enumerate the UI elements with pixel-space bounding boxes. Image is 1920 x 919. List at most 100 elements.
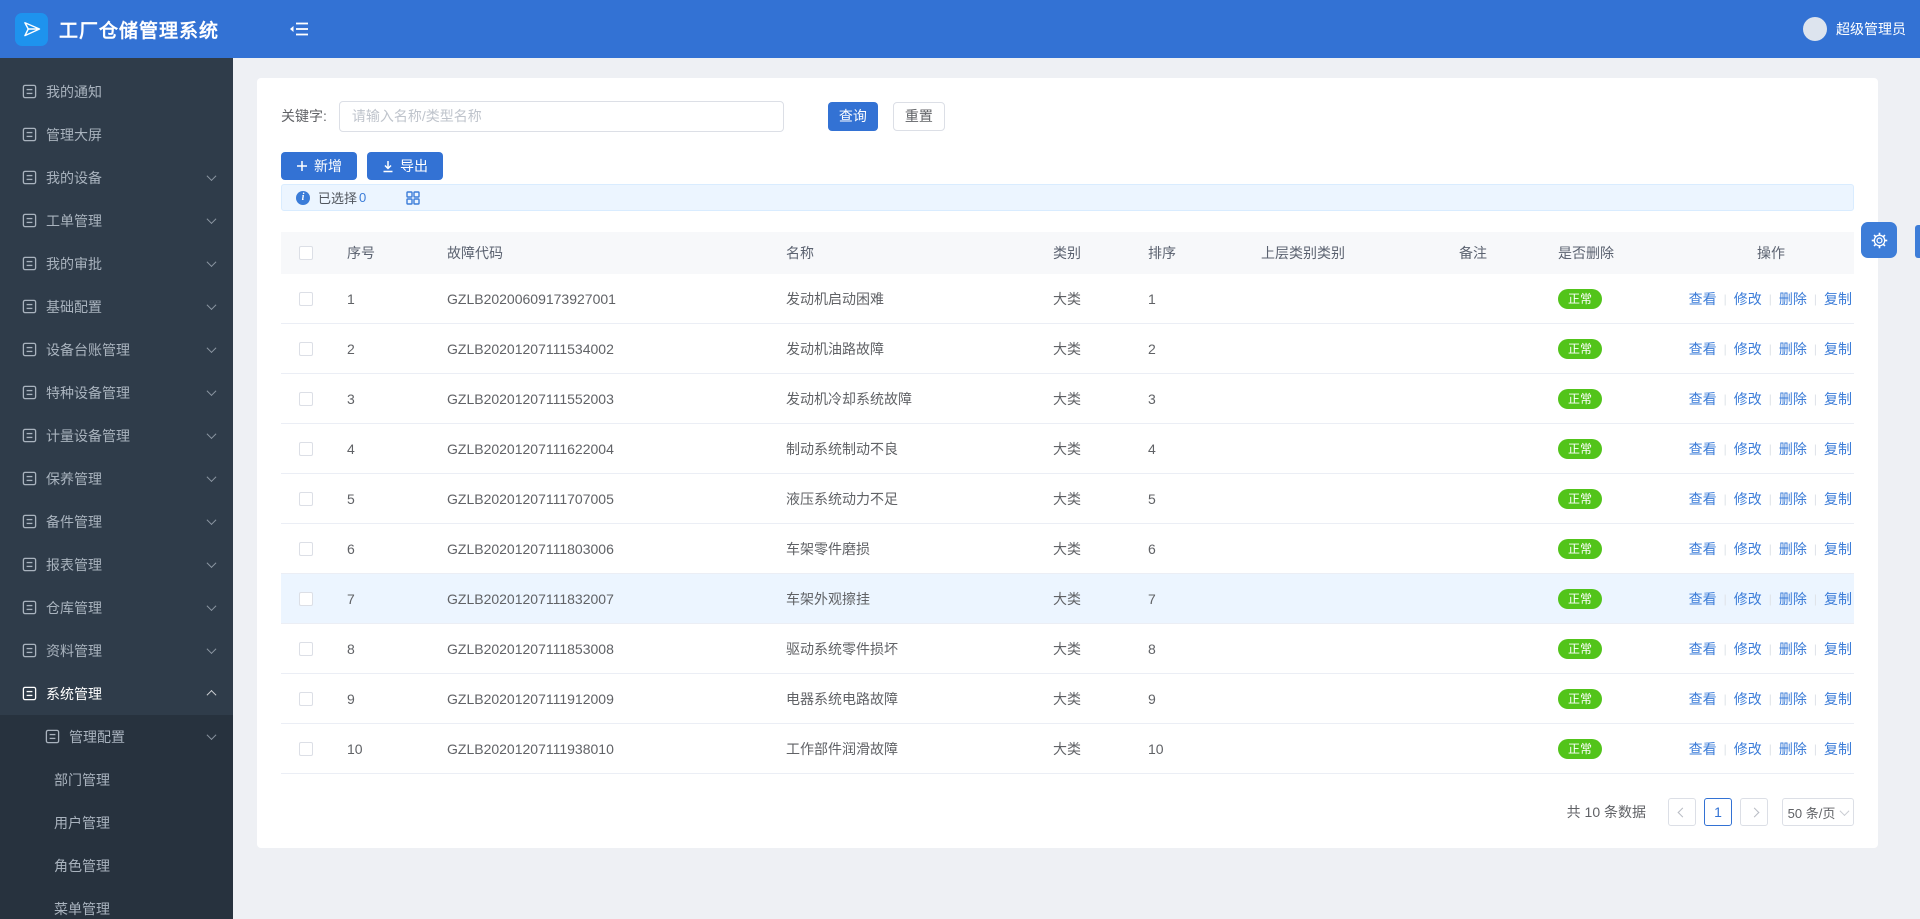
cell-no: 10	[347, 740, 363, 757]
action-link-修改[interactable]: 修改	[1734, 689, 1762, 709]
table-row[interactable]: 3 GZLB20201207111552003 发动机冷却系统故障 大类 3 正常 查看 | 修…	[281, 374, 1854, 424]
row-checkbox[interactable]	[299, 591, 313, 606]
sidebar-fold-button[interactable]	[289, 20, 309, 38]
action-divider: |	[1723, 341, 1727, 356]
action-link-修改[interactable]: 修改	[1734, 339, 1762, 359]
action-link-修改[interactable]: 修改	[1734, 639, 1762, 659]
action-link-复制[interactable]: 复制	[1824, 389, 1852, 409]
action-link-查看[interactable]: 查看	[1689, 639, 1717, 659]
action-link-查看[interactable]: 查看	[1689, 439, 1717, 459]
action-link-删除[interactable]: 删除	[1779, 339, 1807, 359]
action-link-复制[interactable]: 复制	[1824, 739, 1852, 759]
action-link-修改[interactable]: 修改	[1734, 589, 1762, 609]
action-link-修改[interactable]: 修改	[1734, 739, 1762, 759]
table-row[interactable]: 4 GZLB20201207111622004 制动系统制动不良 大类 4 正常 查看 | 修改…	[281, 424, 1854, 474]
sidebar-item-仓库管理[interactable]: 仓库管理	[0, 586, 233, 629]
select-all-checkbox[interactable]	[299, 246, 313, 260]
action-link-删除[interactable]: 删除	[1779, 539, 1807, 559]
row-checkbox[interactable]	[299, 691, 313, 706]
action-link-查看[interactable]: 查看	[1689, 289, 1717, 309]
action-link-复制[interactable]: 复制	[1824, 489, 1852, 509]
settings-drawer-edge[interactable]	[1915, 225, 1920, 258]
sidebar-item-label: 系统管理	[46, 685, 102, 702]
row-checkbox[interactable]	[299, 391, 313, 406]
sidebar-item-报表管理[interactable]: 报表管理	[0, 543, 233, 586]
cell-no: 8	[347, 640, 355, 657]
page-number-button[interactable]: 1	[1704, 798, 1732, 826]
row-checkbox[interactable]	[299, 641, 313, 656]
action-link-复制[interactable]: 复制	[1824, 539, 1852, 559]
action-link-查看[interactable]: 查看	[1689, 489, 1717, 509]
keyword-input[interactable]	[338, 100, 784, 132]
action-link-删除[interactable]: 删除	[1779, 589, 1807, 609]
action-link-删除[interactable]: 删除	[1779, 439, 1807, 459]
row-checkbox[interactable]	[299, 291, 313, 306]
table-row[interactable]: 1 GZLB20200609173927001 发动机启动困难 大类 1 正常 查看 | 修改 |…	[281, 274, 1854, 324]
row-checkbox[interactable]	[299, 541, 313, 556]
sidebar-item-资料管理[interactable]: 资料管理	[0, 629, 233, 672]
add-button[interactable]: 新增	[281, 152, 357, 180]
sidebar-item-我的审批[interactable]: 我的审批	[0, 242, 233, 285]
action-link-查看[interactable]: 查看	[1689, 689, 1717, 709]
sidebar-item-我的通知[interactable]: 我的通知	[0, 70, 233, 113]
sidebar-item-设备台账管理[interactable]: 设备台账管理	[0, 328, 233, 371]
action-link-复制[interactable]: 复制	[1824, 639, 1852, 659]
table-row[interactable]: 2 GZLB20201207111534002 发动机油路故障 大类 2 正常 查看 | 修改 |…	[281, 324, 1854, 374]
action-link-复制[interactable]: 复制	[1824, 439, 1852, 459]
table-row[interactable]: 6 GZLB20201207111803006 车架零件磨损 大类 6 正常 查看 | 修改 | 删…	[281, 524, 1854, 574]
row-checkbox[interactable]	[299, 491, 313, 506]
sidebar-subitem-角色管理[interactable]: 角色管理	[0, 844, 233, 887]
action-link-修改[interactable]: 修改	[1734, 389, 1762, 409]
sidebar-subitem-管理配置[interactable]: 管理配置	[0, 715, 233, 758]
action-link-删除[interactable]: 删除	[1779, 739, 1807, 759]
next-page-button[interactable]	[1740, 798, 1768, 826]
row-checkbox[interactable]	[299, 441, 313, 456]
action-link-查看[interactable]: 查看	[1689, 539, 1717, 559]
action-link-修改[interactable]: 修改	[1734, 439, 1762, 459]
action-link-修改[interactable]: 修改	[1734, 289, 1762, 309]
sidebar-item-工单管理[interactable]: 工单管理	[0, 199, 233, 242]
action-link-复制[interactable]: 复制	[1824, 339, 1852, 359]
action-link-查看[interactable]: 查看	[1689, 389, 1717, 409]
sidebar-item-我的设备[interactable]: 我的设备	[0, 156, 233, 199]
sidebar-item-系统管理[interactable]: 系统管理	[0, 672, 233, 715]
table-row[interactable]: 10 GZLB20201207111938010 工作部件润滑故障 大类 10 正常 查看 |…	[281, 724, 1854, 774]
action-link-删除[interactable]: 删除	[1779, 289, 1807, 309]
action-link-复制[interactable]: 复制	[1824, 689, 1852, 709]
sidebar-item-保养管理[interactable]: 保养管理	[0, 457, 233, 500]
table-row[interactable]: 9 GZLB20201207111912009 电器系统电路故障 大类 9 正常 查看 | 修改…	[281, 674, 1854, 724]
table-row[interactable]: 8 GZLB20201207111853008 驱动系统零件损坏 大类 8 正常 查看 | 修改…	[281, 624, 1854, 674]
action-link-修改[interactable]: 修改	[1734, 539, 1762, 559]
row-checkbox[interactable]	[299, 341, 313, 356]
reset-button[interactable]: 重置	[892, 101, 945, 131]
export-button[interactable]: 导出	[367, 152, 443, 180]
action-link-删除[interactable]: 删除	[1779, 389, 1807, 409]
query-button[interactable]: 查询	[827, 101, 878, 131]
settings-button[interactable]	[1861, 222, 1897, 258]
table-row[interactable]: 7 GZLB20201207111832007 车架外观擦挂 大类 7 正常 查看 | 修改 | 删…	[281, 574, 1854, 624]
action-link-删除[interactable]: 删除	[1779, 689, 1807, 709]
column-settings-icon[interactable]	[406, 190, 420, 205]
sidebar-item-特种设备管理[interactable]: 特种设备管理	[0, 371, 233, 414]
sidebar-item-基础配置[interactable]: 基础配置	[0, 285, 233, 328]
action-link-查看[interactable]: 查看	[1689, 339, 1717, 359]
user-avatar[interactable]	[1803, 17, 1827, 41]
sidebar-subitem-菜单管理[interactable]: 菜单管理	[0, 887, 233, 919]
sidebar-subitem-部门管理[interactable]: 部门管理	[0, 758, 233, 801]
table-row[interactable]: 5 GZLB20201207111707005 液压系统动力不足 大类 5 正常 查看 | 修改…	[281, 474, 1854, 524]
user-name[interactable]: 超级管理员	[1836, 19, 1906, 39]
action-link-删除[interactable]: 删除	[1779, 489, 1807, 509]
sidebar-item-计量设备管理[interactable]: 计量设备管理	[0, 414, 233, 457]
action-link-删除[interactable]: 删除	[1779, 639, 1807, 659]
action-link-复制[interactable]: 复制	[1824, 589, 1852, 609]
page-size-select[interactable]: 50 条/页	[1782, 798, 1854, 826]
action-link-复制[interactable]: 复制	[1824, 289, 1852, 309]
action-link-查看[interactable]: 查看	[1689, 739, 1717, 759]
row-checkbox[interactable]	[299, 741, 313, 756]
sidebar-item-备件管理[interactable]: 备件管理	[0, 500, 233, 543]
action-link-查看[interactable]: 查看	[1689, 589, 1717, 609]
action-link-修改[interactable]: 修改	[1734, 489, 1762, 509]
prev-page-button[interactable]	[1668, 798, 1696, 826]
sidebar-subitem-用户管理[interactable]: 用户管理	[0, 801, 233, 844]
sidebar-item-管理大屏[interactable]: 管理大屏	[0, 113, 233, 156]
